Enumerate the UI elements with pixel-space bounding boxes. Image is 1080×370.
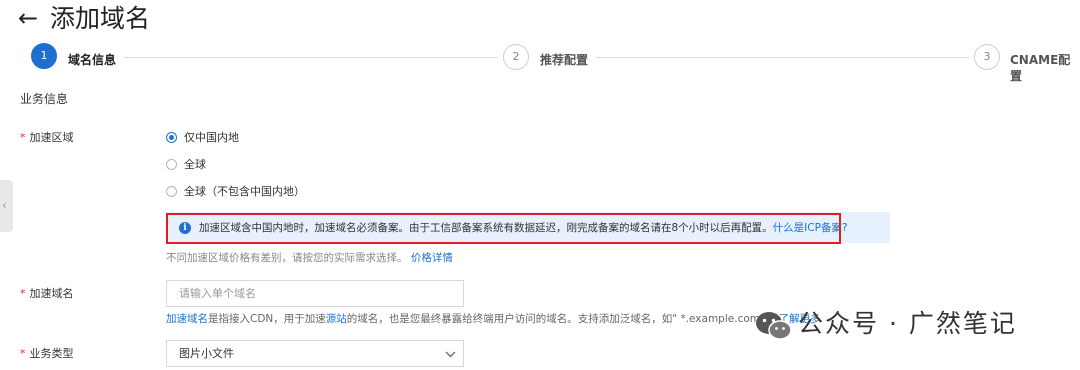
section-title: 业务信息 — [20, 92, 69, 106]
required-mark: * — [20, 287, 26, 300]
required-mark: * — [20, 131, 26, 144]
step-3-circle: 3 — [974, 44, 1000, 70]
domain-term-link[interactable]: 加速域名 — [166, 313, 208, 325]
biz-type-select[interactable]: 图片小文件 — [166, 340, 464, 367]
notice-text: 加速区域含中国内地时，加速域名必须备案。由于工信部备案系统有数据延迟，刚完成备案… — [199, 221, 848, 235]
info-icon: i — [179, 222, 191, 234]
step-2-label: 推荐配置 — [540, 53, 589, 67]
region-radio-mainland[interactable] — [166, 132, 177, 143]
domain-input-wrapper — [166, 280, 464, 307]
biz-type-label: * 业务类型 — [20, 347, 74, 361]
step-2-circle: 2 — [503, 44, 529, 70]
region-radio-global-excl[interactable] — [166, 186, 177, 197]
back-arrow-icon[interactable]: ← — [18, 4, 38, 32]
origin-term-link[interactable]: 源站 — [326, 313, 347, 325]
step-1-circle: 1 — [31, 43, 57, 69]
chevron-down-icon — [445, 351, 456, 358]
price-hint-text: 不同加速区域价格有差别，请按您的实际需求选择。 — [166, 252, 408, 264]
region-radio-global[interactable] — [166, 159, 177, 170]
step-3-label: CNAME配置 — [1010, 53, 1071, 83]
wechat-logo-icon — [756, 312, 792, 340]
watermark-text: 公众号 · 广然笔记 — [798, 309, 1017, 338]
domain-input[interactable] — [167, 281, 463, 306]
price-details-link[interactable]: 价格详情 — [411, 252, 453, 264]
notice-message: 加速区域含中国内地时，加速域名必须备案。由于工信部备案系统有数据延迟，刚完成备案… — [199, 222, 773, 234]
domain-hint: 加速域名是指接入CDN，用于加速源站的域名，也是您最终暴露给终端用户访问的域名。… — [166, 312, 821, 326]
region-option-mainland-label[interactable]: 仅中国内地 — [184, 131, 239, 145]
chevron-left-icon: ‹ — [2, 198, 7, 212]
step-1-label: 域名信息 — [68, 53, 117, 67]
price-hint: 不同加速区域价格有差别，请按您的实际需求选择。 价格详情 — [166, 251, 453, 265]
domain-hint-text-1: 是指接入CDN，用于加速 — [208, 313, 326, 325]
page-title: 添加域名 — [50, 4, 151, 33]
domain-hint-text-2: 的域名，也是您最终暴露给终端用户访问的域名。支持添加泛域名，如" *.examp… — [346, 313, 779, 325]
icp-help-link[interactable]: 什么是ICP备案? — [773, 222, 848, 234]
region-option-global-label[interactable]: 全球 — [184, 158, 206, 172]
sidebar-collapse-handle[interactable]: ‹ — [0, 180, 13, 232]
region-label: * 加速区域 — [20, 131, 74, 145]
step-connector — [596, 57, 969, 58]
region-option-global-excl-label[interactable]: 全球（不包含中国内地） — [184, 185, 305, 199]
required-mark: * — [20, 347, 26, 360]
domain-label-text: 加速域名 — [29, 287, 74, 300]
step-connector — [124, 57, 498, 58]
domain-label: * 加速域名 — [20, 287, 74, 301]
biz-type-value: 图片小文件 — [179, 347, 234, 360]
biz-type-label-text: 业务类型 — [29, 347, 74, 360]
region-label-text: 加速区域 — [29, 131, 74, 144]
